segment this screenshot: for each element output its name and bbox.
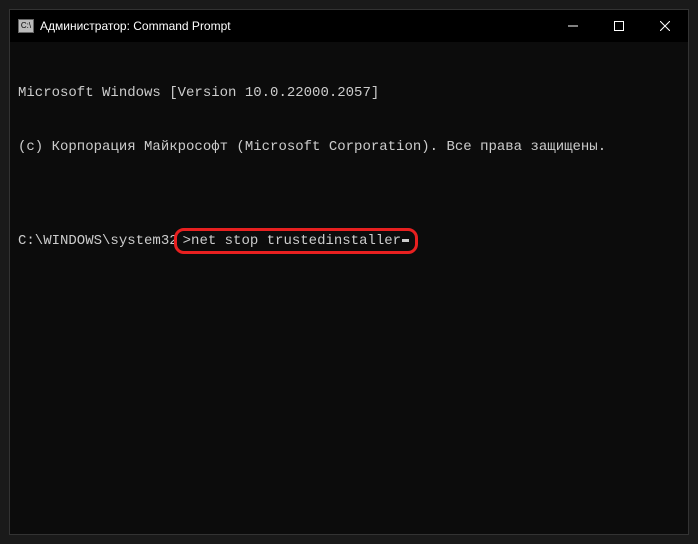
version-line: Microsoft Windows [Version 10.0.22000.20… <box>18 84 680 102</box>
close-icon <box>660 21 670 31</box>
close-button[interactable] <box>642 10 688 41</box>
prompt-symbol: > <box>183 232 191 250</box>
copyright-line: (c) Корпорация Майкрософт (Microsoft Cor… <box>18 138 680 156</box>
maximize-icon <box>614 21 624 31</box>
command-prompt-window: C:\ Администратор: Command Prompt Micros… <box>9 9 689 535</box>
terminal-area[interactable]: Microsoft Windows [Version 10.0.22000.20… <box>10 42 688 534</box>
command-text: net stop trustedinstaller <box>191 232 401 250</box>
cmd-icon: C:\ <box>18 19 34 33</box>
minimize-icon <box>568 21 578 31</box>
cursor <box>402 239 409 242</box>
titlebar-left: C:\ Администратор: Command Prompt <box>18 19 231 33</box>
prompt-path: C:\WINDOWS\system32 <box>18 232 178 250</box>
titlebar[interactable]: C:\ Администратор: Command Prompt <box>10 10 688 42</box>
window-controls <box>550 10 688 41</box>
maximize-button[interactable] <box>596 10 642 41</box>
prompt-line: C:\WINDOWS\system32>net stop trustedinst… <box>18 228 680 254</box>
minimize-button[interactable] <box>550 10 596 41</box>
window-title: Администратор: Command Prompt <box>40 19 231 33</box>
command-highlight: >net stop trustedinstaller <box>174 228 418 254</box>
